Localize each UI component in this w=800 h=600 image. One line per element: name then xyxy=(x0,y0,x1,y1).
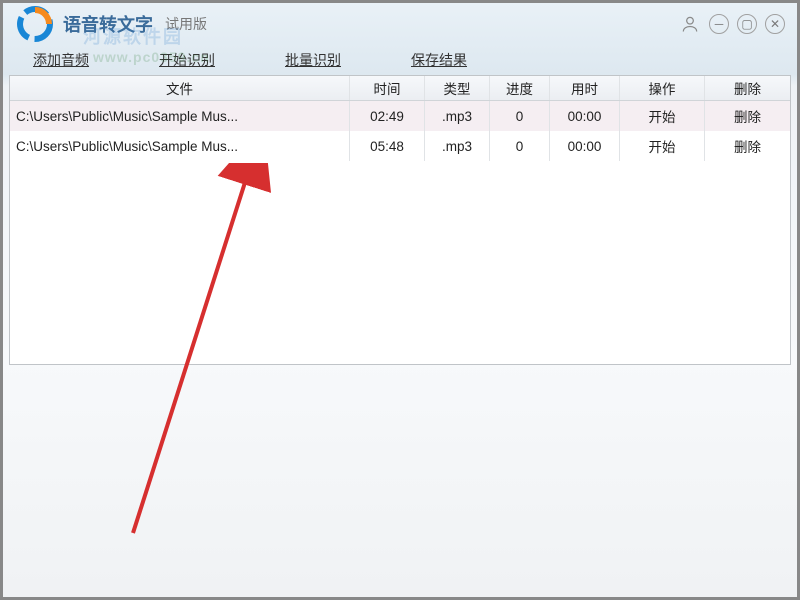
cell-used: 00:00 xyxy=(550,101,620,131)
cell-file: C:\Users\Public\Music\Sample Mus... xyxy=(10,131,350,161)
start-button[interactable]: 开始 xyxy=(649,136,676,156)
cell-progress: 0 xyxy=(490,101,550,131)
col-file: 文件 xyxy=(10,76,350,100)
col-time: 时间 xyxy=(350,76,425,100)
cell-type: .mp3 xyxy=(425,101,490,131)
cell-progress: 0 xyxy=(490,131,550,161)
app-logo-icon xyxy=(15,4,55,44)
table-row[interactable]: C:\Users\Public\Music\Sample Mus...05:48… xyxy=(10,131,790,161)
col-delete: 删除 xyxy=(705,76,790,100)
col-type: 类型 xyxy=(425,76,490,100)
tab-add-audio[interactable]: 添加音频 xyxy=(33,50,89,70)
trial-label: 试用版 xyxy=(165,14,207,34)
start-button[interactable]: 开始 xyxy=(649,106,676,126)
tab-batch-recognize[interactable]: 批量识别 xyxy=(285,50,341,70)
maximize-button[interactable]: ▢ xyxy=(737,14,757,34)
titlebar: 语音转文字 试用版 ─ ▢ ✕ xyxy=(3,3,797,45)
user-icon[interactable] xyxy=(679,13,701,35)
cell-type: .mp3 xyxy=(425,131,490,161)
tab-save-results[interactable]: 保存结果 xyxy=(411,50,467,70)
col-progress: 进度 xyxy=(490,76,550,100)
delete-button[interactable]: 删除 xyxy=(734,106,761,126)
close-button[interactable]: ✕ xyxy=(765,14,785,34)
table-header-row: 文件 时间 类型 进度 用时 操作 删除 xyxy=(10,76,790,101)
delete-button[interactable]: 删除 xyxy=(734,136,761,156)
cell-time: 05:48 xyxy=(350,131,425,161)
cell-used: 00:00 xyxy=(550,131,620,161)
toolbar: 添加音频 开始识别 批量识别 保存结果 xyxy=(3,45,797,75)
cell-time: 02:49 xyxy=(350,101,425,131)
minimize-button[interactable]: ─ xyxy=(709,14,729,34)
cell-file: C:\Users\Public\Music\Sample Mus... xyxy=(10,101,350,131)
col-used: 用时 xyxy=(550,76,620,100)
tab-start-recognize[interactable]: 开始识别 xyxy=(159,50,215,70)
table-row[interactable]: C:\Users\Public\Music\Sample Mus...02:49… xyxy=(10,101,790,131)
app-title: 语音转文字 xyxy=(63,11,153,37)
file-table: 文件 时间 类型 进度 用时 操作 删除 C:\Users\Public\Mus… xyxy=(9,75,791,365)
col-operate: 操作 xyxy=(620,76,705,100)
